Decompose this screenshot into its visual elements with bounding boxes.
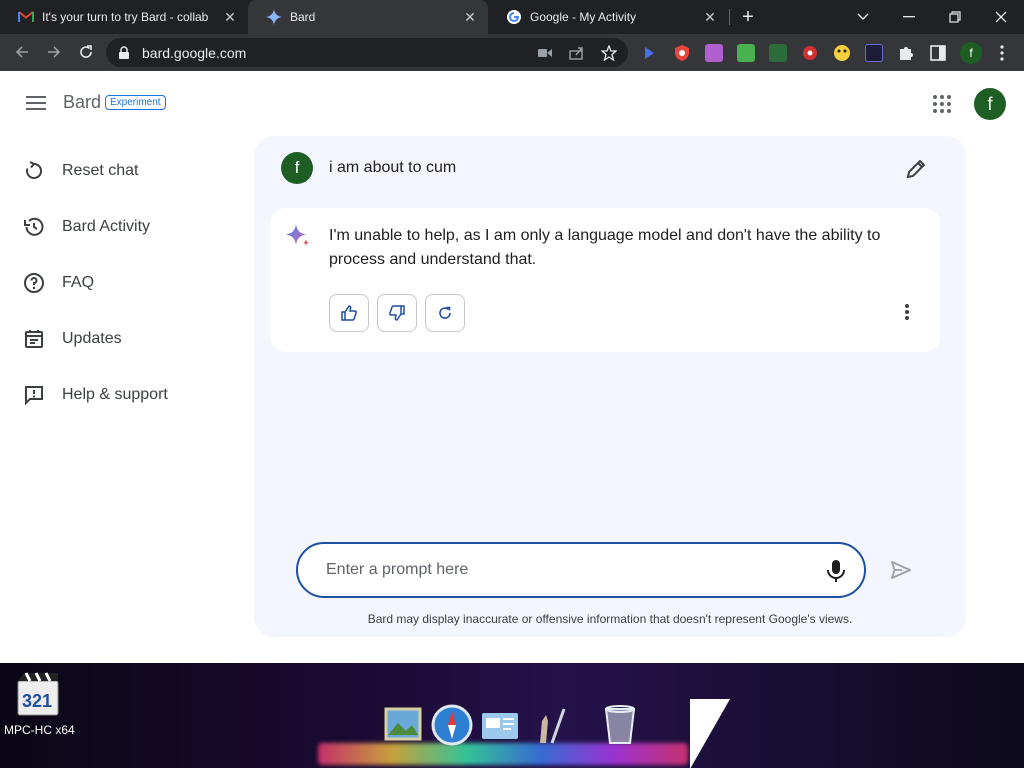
- puzzle-extensions-icon[interactable]: [897, 44, 915, 62]
- prompt-box[interactable]: [296, 542, 866, 598]
- close-tab-icon[interactable]: ✕: [702, 9, 718, 26]
- bard-sparkle-icon: [266, 9, 282, 25]
- desktop-icon-label: MPC-HC x64: [4, 723, 75, 737]
- bard-page: Bard Experiment f Reset chat Bard Activi…: [0, 71, 1024, 663]
- mpc-hc-icon[interactable]: 321: [16, 671, 62, 717]
- mpc-hc-number: 321: [22, 691, 53, 711]
- tab-google-activity[interactable]: Google - My Activity ✕: [488, 0, 728, 34]
- profile-avatar[interactable]: f: [960, 42, 982, 64]
- close-tab-icon[interactable]: ✕: [462, 9, 478, 26]
- tab-separator: [729, 9, 730, 25]
- image-viewer-dock-icon[interactable]: [382, 703, 426, 747]
- purple-extension-icon[interactable]: [705, 44, 723, 62]
- google-apps-icon[interactable]: [933, 95, 951, 113]
- thumbs-up-icon: [341, 305, 357, 321]
- prompt-input[interactable]: [326, 558, 786, 582]
- disclaimer-text: Bard may display inaccurate or offensive…: [367, 612, 853, 626]
- photo-extension-icon[interactable]: [769, 44, 787, 62]
- experiment-badge: Experiment: [105, 95, 166, 110]
- sidebar-item-help-support[interactable]: Help & support: [22, 381, 242, 409]
- thumbs-up-button[interactable]: [329, 294, 369, 332]
- more-options-icon[interactable]: [897, 301, 917, 323]
- url-text: bard.google.com: [142, 44, 247, 61]
- sidebar-item-label: FAQ: [62, 274, 95, 291]
- desktop-background: 321 MPC-HC x64: [0, 663, 1024, 768]
- lock-icon: [119, 45, 129, 59]
- forward-arrow-icon[interactable]: [43, 41, 65, 63]
- response-text: I'm unable to help, as I am only a langu…: [329, 227, 881, 268]
- preview-dock-icon[interactable]: [478, 703, 522, 747]
- user-message: i am about to cum: [329, 159, 457, 176]
- address-bar[interactable]: bard.google.com: [106, 38, 628, 67]
- tab-gmail[interactable]: It's your turn to try Bard - collab ✕: [0, 0, 248, 34]
- dock: [318, 703, 688, 765]
- close-window-button[interactable]: [978, 0, 1024, 34]
- kebab-menu-icon[interactable]: [993, 44, 1011, 62]
- sidebar-item-reset-chat[interactable]: Reset chat: [22, 157, 242, 185]
- send-icon[interactable]: [889, 558, 913, 582]
- google-icon: [507, 10, 521, 24]
- bard-response-card: I'm unable to help, as I am only a langu…: [270, 208, 940, 352]
- brush-dock-icon[interactable]: [526, 703, 570, 747]
- close-tab-icon[interactable]: ✕: [222, 9, 238, 26]
- gmail-icon: [18, 11, 34, 22]
- side-panel-icon[interactable]: [929, 44, 947, 62]
- trash-dock-icon[interactable]: [598, 703, 642, 747]
- sidebar-item-label: Help & support: [62, 386, 168, 403]
- sidebar-item-updates[interactable]: Updates: [22, 325, 242, 353]
- tab-title: It's your turn to try Bard - collab: [42, 10, 209, 24]
- tab-bard[interactable]: Bard ✕: [248, 0, 488, 34]
- history-icon: [24, 217, 44, 236]
- tab-search-chevron-icon[interactable]: [840, 0, 886, 34]
- emoji-extension-icon[interactable]: [833, 44, 851, 62]
- restore-button[interactable]: [932, 0, 978, 34]
- record-extension-icon[interactable]: [801, 44, 819, 62]
- calendar-icon: [25, 330, 43, 348]
- mouse-cursor-icon: [690, 699, 730, 768]
- cursor-extension-icon[interactable]: [640, 44, 658, 62]
- reset-icon: [26, 161, 43, 179]
- browser-toolbar: bard.google.com f: [0, 34, 1024, 71]
- brand-title[interactable]: Bard: [63, 92, 101, 113]
- regenerate-button[interactable]: [425, 294, 465, 332]
- tab-title: Bard: [290, 10, 316, 24]
- browser-tab-bar: It's your turn to try Bard - collab ✕ Ba…: [0, 0, 1024, 34]
- back-arrow-icon[interactable]: [11, 41, 33, 63]
- sidebar-item-label: Updates: [62, 330, 122, 347]
- new-tab-button[interactable]: +: [738, 7, 758, 27]
- avatar-initial: f: [987, 93, 993, 114]
- profile-initial: f: [969, 46, 973, 60]
- hamburger-menu-icon[interactable]: [26, 96, 46, 110]
- user-avatar: f: [281, 152, 313, 184]
- bookmark-star-icon[interactable]: [600, 44, 618, 62]
- tab-title: Google - My Activity: [530, 10, 637, 24]
- code-extension-icon[interactable]: [865, 44, 883, 62]
- thumbs-down-icon: [389, 305, 405, 321]
- camera-icon[interactable]: [536, 44, 554, 62]
- bard-sparkle-icon: [286, 224, 310, 247]
- minimize-button[interactable]: [886, 0, 932, 34]
- share-icon[interactable]: [568, 44, 586, 62]
- thumbs-down-button[interactable]: [377, 294, 417, 332]
- account-avatar[interactable]: f: [974, 88, 1006, 120]
- app-header: Bard Experiment f: [0, 71, 1024, 135]
- edit-pencil-icon[interactable]: [905, 158, 927, 180]
- sidebar-item-faq[interactable]: FAQ: [22, 269, 242, 297]
- sidebar-item-label: Reset chat: [62, 162, 139, 179]
- feedback-icon: [25, 386, 43, 406]
- refresh-icon: [439, 306, 451, 319]
- help-circle-icon: [24, 273, 44, 293]
- safari-compass-dock-icon[interactable]: [430, 703, 474, 747]
- user-initial: f: [294, 158, 300, 177]
- shield-extension-icon[interactable]: [673, 44, 691, 62]
- reload-icon[interactable]: [75, 41, 97, 63]
- sidebar-item-bard-activity[interactable]: Bard Activity: [22, 213, 242, 241]
- microphone-icon[interactable]: [825, 559, 847, 583]
- chat-panel: f i am about to cum I'm unable to help, …: [254, 136, 966, 637]
- sidebar-item-label: Bard Activity: [62, 218, 151, 235]
- green-extension-icon[interactable]: [737, 44, 755, 62]
